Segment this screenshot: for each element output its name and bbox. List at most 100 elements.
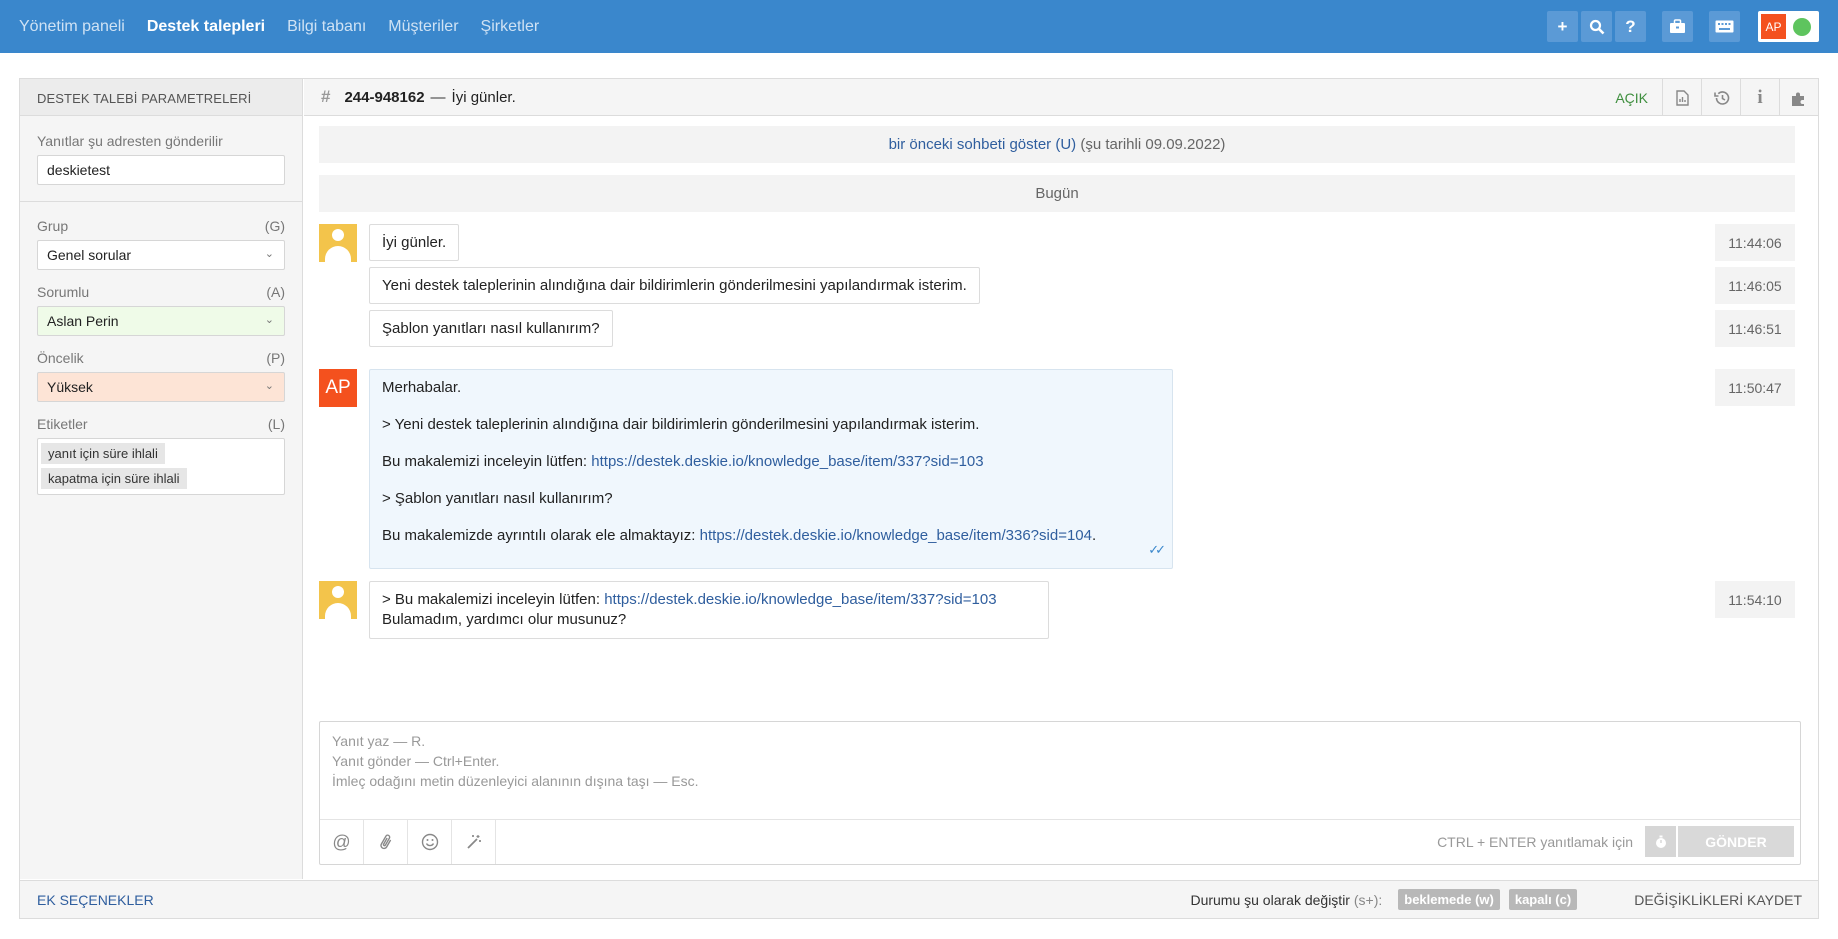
nav-dashboard[interactable]: Yönetim paneli [19, 18, 125, 36]
ticket-status[interactable]: AÇIK [1615, 90, 1648, 106]
send-button[interactable]: GÖNDER [1678, 826, 1794, 857]
chat-message: Şablon yanıtları nasıl kullanırım? 11:46… [319, 310, 1795, 347]
kb-article-link[interactable]: https://destek.deskie.io/knowledge_base/… [604, 591, 996, 608]
reply-placeholder-line: Yanıt yaz — R. [332, 733, 426, 749]
chat-panel: # 244-948162 — İyi günler. AÇIK i bir ön… [304, 79, 1818, 879]
status-closed-button[interactable]: kapalı (c) [1508, 889, 1578, 910]
tags-shortcut: (L) [267, 416, 285, 432]
group-value: Genel sorular [47, 247, 132, 263]
composer-toolbar: @ [320, 820, 496, 864]
reply-input[interactable]: Yanıt yaz — R. Yanıt gönder — Ctrl+Enter… [320, 722, 1800, 820]
mention-icon[interactable]: @ [320, 820, 364, 864]
priority-select[interactable]: Yüksek ⌄ [37, 372, 285, 402]
day-label: Bugün [1035, 185, 1079, 202]
agent-avatar: AP [319, 369, 357, 407]
message-time: 11:46:05 [1715, 267, 1795, 304]
reply-to-label: Yanıtlar şu adresten gönderilir [37, 133, 223, 149]
customer-avatar [319, 581, 357, 619]
message-line: > Yeni destek taleplerinin alındığına da… [382, 416, 980, 433]
info-icon[interactable]: i [1740, 79, 1779, 116]
status-pending-button[interactable]: beklemede (w) [1398, 889, 1500, 910]
assignee-value: Aslan Perin [47, 313, 119, 329]
message-bubble: Merhabalar. > Yeni destek taleplerinin a… [369, 369, 1173, 569]
tags-field[interactable]: yanıt için süre ihlali kapatma için süre… [37, 438, 285, 495]
double-check-icon: ✓✓ [1148, 542, 1166, 557]
hash-icon: # [321, 87, 331, 106]
nav-companies[interactable]: Şirketler [481, 18, 540, 36]
group-select[interactable]: Genel sorular ⌄ [37, 240, 285, 270]
reply-to-section: Yanıtlar şu adresten gönderilir deskiete… [20, 116, 302, 202]
save-changes-button[interactable]: DEĞİŞİKLİKLERİ KAYDET [1634, 892, 1802, 908]
ticket-title: İyi günler. [451, 88, 516, 106]
kb-article-link[interactable]: https://destek.deskie.io/knowledge_base/… [700, 527, 1092, 544]
reply-placeholder-line: Yanıt gönder — Ctrl+Enter. [332, 753, 500, 769]
show-previous-chat-link[interactable]: bir önceki sohbeti göster (U) [889, 136, 1077, 153]
assignee-shortcut: (A) [266, 284, 285, 300]
kb-article-link[interactable]: https://destek.deskie.io/knowledge_base/… [591, 453, 983, 470]
send-area: CTRL + ENTER yanıtlamak için GÖNDER [1437, 826, 1794, 857]
file-chart-icon[interactable] [1662, 79, 1701, 116]
message-line: > Şablon yanıtları nasıl kullanırım? [382, 490, 613, 507]
chat-message: > Bu makalemizi inceleyin lütfen: https:… [319, 581, 1795, 639]
reply-placeholder-line: İmleç odağını metin düzenleyici alanının… [332, 773, 699, 789]
tags-label: Etiketler [37, 416, 88, 432]
message-line: Bu makalemizi inceleyin lütfen: https://… [382, 453, 984, 470]
assignee-label: Sorumlu [37, 284, 90, 300]
send-hint: CTRL + ENTER yanıtlamak için [1437, 833, 1633, 850]
ticket-footer: EK SEÇENEKLER Durumu şu olarak değiştir … [20, 880, 1818, 918]
assignee-select[interactable]: Aslan Perin ⌄ [37, 306, 285, 336]
tag-chip[interactable]: yanıt için süre ihlali [41, 443, 165, 464]
nav-actions: + ? AP [1544, 11, 1819, 42]
change-status-label: Durumu şu olarak değiştir (s+): [1190, 891, 1383, 908]
online-status-indicator [1793, 17, 1811, 36]
nav-tickets[interactable]: Destek talepleri [147, 18, 265, 36]
briefcase-icon[interactable] [1662, 11, 1693, 42]
message-time: 11:46:51 [1715, 310, 1795, 347]
group-shortcut: (G) [264, 218, 285, 234]
ticket-id: 244-948162 [344, 88, 425, 106]
priority-shortcut: (P) [266, 350, 285, 366]
message-bubble: İyi günler. [369, 224, 460, 261]
message-line: Bulamadım, yardımcı olur musunuz? [382, 611, 627, 628]
chat-message: Yeni destek taleplerinin alındığına dair… [319, 267, 1795, 304]
message-line: Bu makalemizde ayrıntılı olarak ele alma… [382, 527, 1097, 544]
user-menu[interactable]: AP [1758, 11, 1819, 42]
plus-icon[interactable]: + [1547, 11, 1578, 42]
puzzle-icon[interactable] [1779, 79, 1818, 116]
attachment-icon[interactable] [364, 820, 408, 864]
ticket-params-sidebar: DESTEK TALEBİ PARAMETRELERİ Yanıtlar şu … [20, 79, 303, 879]
day-separator: Bugün [319, 175, 1795, 212]
emoji-icon[interactable] [408, 820, 452, 864]
nav-knowledge-base[interactable]: Bilgi tabanı [287, 18, 366, 36]
search-icon[interactable] [1581, 11, 1612, 42]
reply-composer: Yanıt yaz — R. Yanıt gönder — Ctrl+Enter… [319, 721, 1801, 865]
ticket-separator: — [430, 88, 446, 106]
group-label: Grup [37, 218, 69, 234]
message-line: Merhabalar. [382, 379, 462, 396]
tag-chip[interactable]: kapatma için süre ihlali [41, 468, 187, 489]
avatar: AP [1761, 14, 1786, 39]
chevron-down-icon: ⌄ [264, 314, 274, 326]
history-icon[interactable] [1701, 79, 1740, 116]
chevron-down-icon: ⌄ [264, 380, 274, 392]
message-time: 11:44:06 [1715, 224, 1795, 261]
keyboard-icon[interactable] [1709, 11, 1740, 42]
timer-icon[interactable] [1645, 826, 1676, 857]
help-icon[interactable]: ? [1615, 11, 1646, 42]
footer-actions: Durumu şu olarak değiştir (s+): beklemed… [1190, 889, 1802, 910]
nav-customers[interactable]: Müşteriler [388, 18, 458, 36]
message-bubble: Şablon yanıtları nasıl kullanırım? [369, 310, 613, 347]
previous-chat-banner: bir önceki sohbeti göster (U) (şu tarihl… [319, 126, 1795, 163]
message-time: 11:50:47 [1715, 369, 1795, 406]
message-line: > Bu makalemizi inceleyin lütfen: https:… [382, 591, 997, 608]
params-section: Grup (G) Genel sorular ⌄ Sorumlu (A) Aslan… [20, 202, 302, 495]
top-nav: Yönetim paneli Destek talepleri Bilgi ta… [0, 0, 1838, 53]
priority-value: Yüksek [47, 379, 93, 395]
magic-wand-icon[interactable] [452, 820, 496, 864]
customer-avatar [319, 224, 357, 262]
reply-to-field[interactable]: deskietest [37, 155, 285, 185]
ticket-header: # 244-948162 — İyi günler. AÇIK i [304, 79, 1818, 116]
chevron-down-icon: ⌄ [264, 248, 274, 260]
extra-options-link[interactable]: EK SEÇENEKLER [37, 892, 154, 908]
ticket-actions: AÇIK i [1615, 79, 1818, 116]
